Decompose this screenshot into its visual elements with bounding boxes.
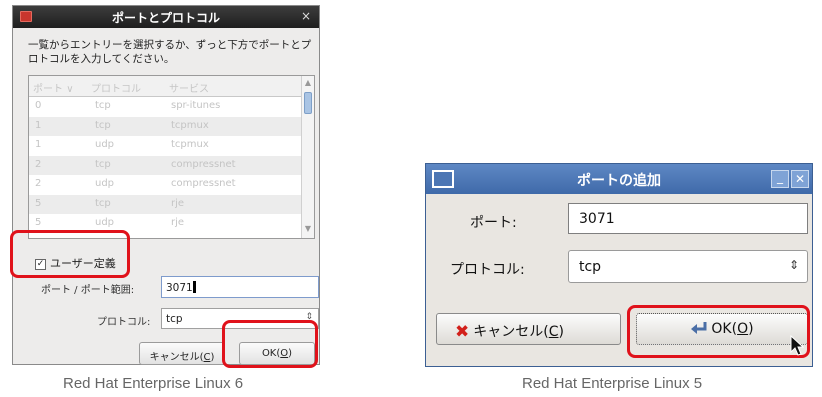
- rhel6-dialog-title: ポートとプロトコル: [111, 11, 220, 25]
- rhel6-caption: Red Hat Enterprise Linux 6: [63, 375, 244, 392]
- list-item[interactable]: 0 tcp spr-itunes: [29, 97, 301, 117]
- highlight-custom-checkbox: [10, 230, 130, 278]
- rhel6-dialog: ポートとプロトコル × 一覧からエントリーを選択するか、ずっと下方でポートとプロ…: [12, 5, 320, 365]
- port-list-header: ポート ∨ プロトコル サービス: [29, 76, 301, 97]
- column-header-protocol[interactable]: プロトコル: [91, 80, 141, 95]
- port-input[interactable]: 3071: [568, 203, 808, 234]
- highlight-ok-button: [627, 305, 810, 358]
- rhel6-titlebar[interactable]: ポートとプロトコル ×: [13, 6, 319, 28]
- combo-arrows-icon: ⇕: [788, 258, 799, 272]
- protocol-label: プロトコル:: [97, 317, 151, 328]
- port-range-input[interactable]: 3071: [161, 276, 319, 298]
- cancel-button[interactable]: キャンセル(C): [139, 342, 225, 365]
- column-header-port[interactable]: ポート ∨: [33, 80, 74, 95]
- rhel5-dialog-title: ポートの追加: [577, 173, 661, 189]
- list-item[interactable]: 1 tcp tcpmux: [29, 116, 301, 136]
- list-item[interactable]: 2 udp compressnet: [29, 175, 301, 195]
- close-icon[interactable]: ✕: [791, 170, 809, 188]
- column-header-service[interactable]: サービス: [169, 80, 209, 95]
- mouse-cursor-icon: [790, 335, 804, 356]
- rhel5-caption: Red Hat Enterprise Linux 5: [522, 375, 703, 392]
- highlight-ok-button: [222, 320, 318, 368]
- port-range-label: ポート / ポート範囲:: [41, 285, 135, 296]
- port-label: ポート:: [470, 215, 517, 231]
- cancel-button[interactable]: ✖ キャンセル(C): [436, 313, 621, 345]
- protocol-select[interactable]: tcp ⇕: [568, 250, 808, 283]
- port-list-scrollbar[interactable]: ▲ ▼: [301, 76, 314, 238]
- rhel5-titlebar[interactable]: ポートの追加 _ ✕: [426, 164, 812, 194]
- minimize-icon[interactable]: _: [771, 170, 789, 188]
- cancel-x-icon: ✖: [455, 322, 470, 342]
- list-item[interactable]: 5 tcp rje: [29, 194, 301, 214]
- scrollbar-thumb[interactable]: [304, 92, 312, 114]
- protocol-label: プロトコル:: [450, 262, 525, 278]
- close-icon[interactable]: ×: [301, 9, 311, 23]
- port-list[interactable]: ポート ∨ プロトコル サービス 0 tcp spr-itunes 1 tcp …: [28, 75, 315, 239]
- scroll-up-icon[interactable]: ▲: [303, 78, 313, 90]
- list-item[interactable]: 1 udp tcpmux: [29, 136, 301, 156]
- scroll-down-icon[interactable]: ▼: [303, 224, 313, 236]
- rhel6-description: 一覧からエントリーを選択するか、ずっと下方でポートとプロトコルを入力してください…: [28, 39, 312, 65]
- sort-icon: ∨: [66, 84, 74, 95]
- list-item[interactable]: 2 tcp compressnet: [29, 155, 301, 175]
